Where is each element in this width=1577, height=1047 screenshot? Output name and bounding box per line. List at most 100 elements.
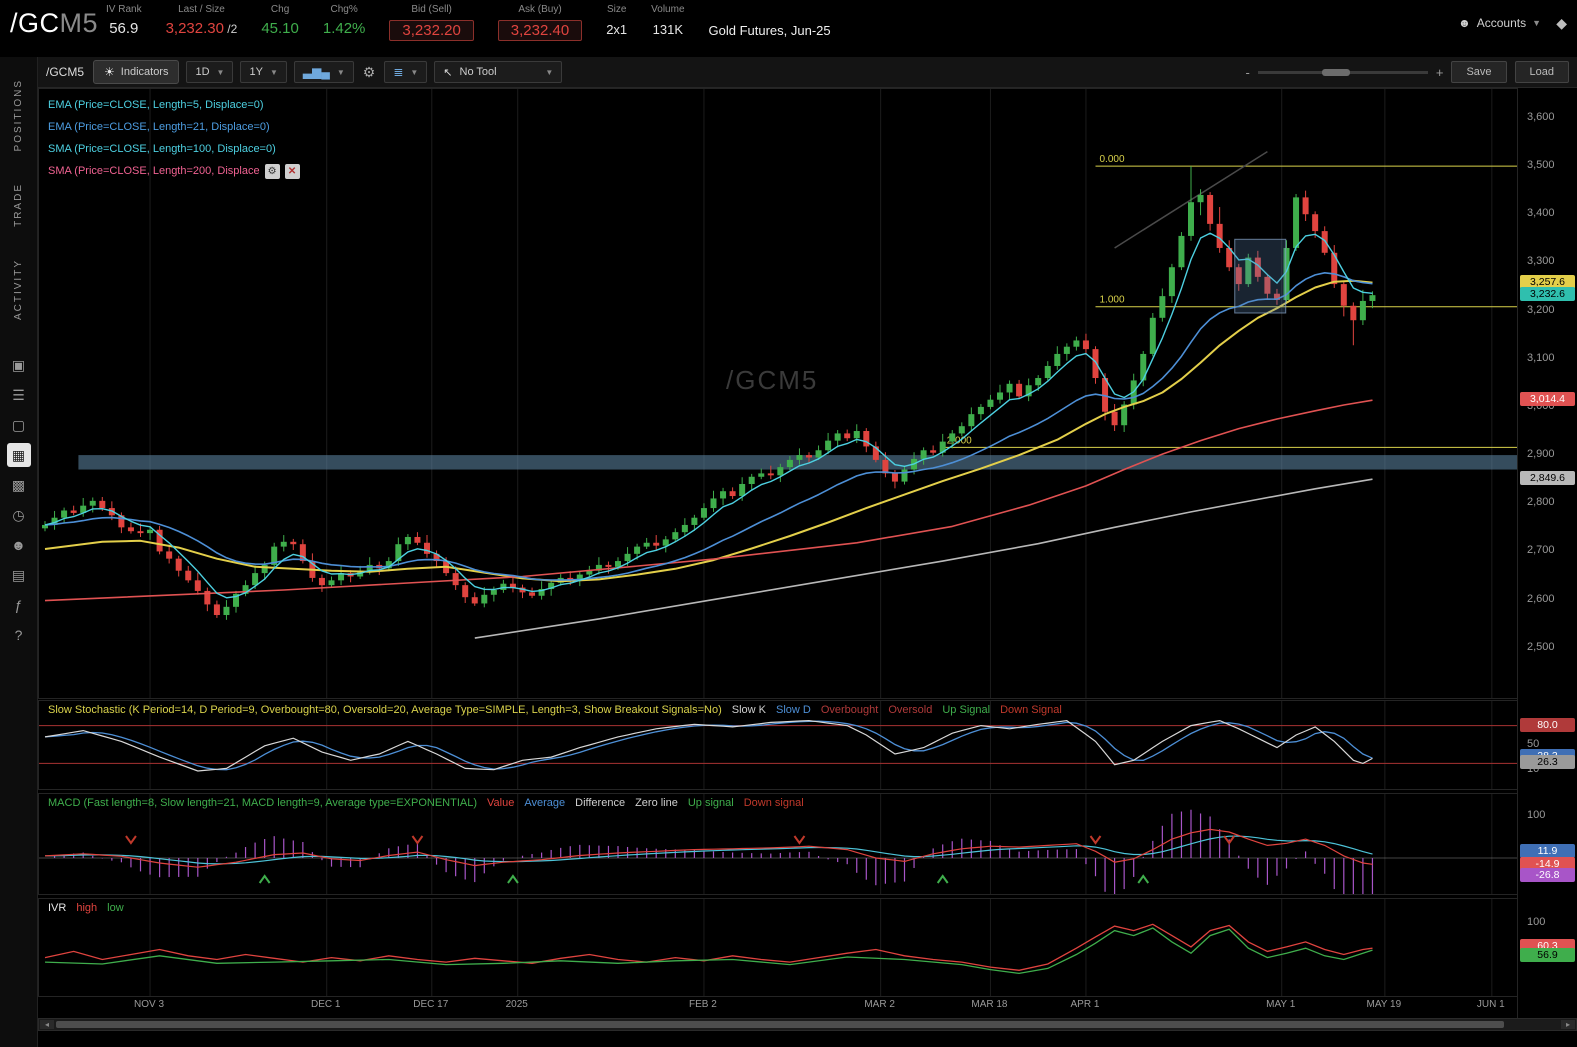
ivr-study-label[interactable]: IVR high low <box>48 902 124 914</box>
candle-body <box>529 592 536 596</box>
fib-label: 1.000 <box>1100 295 1125 306</box>
timeframe-dropdown[interactable]: 1D ▼ <box>186 61 234 83</box>
quote-field-label: Bid (Sell) <box>411 4 452 15</box>
study-legend-item[interactable]: Up Signal <box>942 704 990 716</box>
candle-body <box>901 469 908 482</box>
macd-down-signal-icon <box>1089 835 1102 845</box>
drawing-set-dropdown[interactable]: ≣ ▼ <box>384 61 428 83</box>
axis-tick-label: 2,600 <box>1527 592 1555 605</box>
range-dropdown[interactable]: 1Y ▼ <box>240 61 287 83</box>
candle-body <box>61 510 68 518</box>
zoom-out-button[interactable]: - <box>1246 65 1250 80</box>
chart-type-dropdown[interactable]: ▃▆▄ ▼ <box>293 61 354 83</box>
study-legend-item[interactable]: Overbought <box>821 704 878 716</box>
study-legend-row[interactable]: EMA (Price=CLOSE, Length=21, Displace=0) <box>48 116 300 138</box>
ivr-panel[interactable] <box>38 898 1518 997</box>
chart-settings-gear-icon[interactable]: ⚙ <box>361 64 378 81</box>
macd-study-label[interactable]: MACD (Fast length=8, Slow length=21, MAC… <box>48 797 804 809</box>
price-axis[interactable]: 3,6003,5003,4003,3003,2003,1003,0002,900… <box>1517 88 1577 1031</box>
scroll-right-arrow-icon[interactable]: ▸ <box>1561 1020 1575 1029</box>
study-legend-item[interactable]: low <box>107 902 124 914</box>
help-icon[interactable]: ? <box>7 623 31 647</box>
study-legend-item[interactable]: Difference <box>575 797 625 809</box>
zoom-in-button[interactable]: + <box>1436 65 1444 80</box>
futures-icon[interactable]: ƒ <box>7 593 31 617</box>
study-legend-item[interactable]: high <box>76 902 97 914</box>
study-legend-item[interactable]: Zero line <box>635 797 678 809</box>
axis-tick-label: 100 <box>1527 809 1546 821</box>
study-legend-row[interactable]: SMA (Price=CLOSE, Length=200, Displace ⚙ ✕ <box>48 160 300 182</box>
study-legend-item[interactable]: Slow D <box>776 704 811 716</box>
study-legend-item[interactable]: Oversold <box>888 704 932 716</box>
candle-body <box>624 553 631 562</box>
study-legend-row[interactable]: SMA (Price=CLOSE, Length=100, Displace=0… <box>48 138 300 160</box>
quote-fields: IV Rank 56.9 Last / Size 3,232.30 /2 Chg 45.1… <box>106 4 831 41</box>
chevron-down-icon: ▼ <box>545 67 554 77</box>
education-icon[interactable]: ◆ <box>1556 15 1567 32</box>
study-legend-text: SMA (Price=CLOSE, Length=100, Displace=0… <box>48 143 276 155</box>
scroll-left-arrow-icon[interactable]: ◂ <box>40 1020 54 1029</box>
macd-up-signal-icon <box>936 874 949 884</box>
study-title: IVR <box>48 902 67 914</box>
candle-body <box>720 491 727 499</box>
candle-body <box>127 527 134 532</box>
quote-field-label: IV Rank <box>106 4 142 15</box>
study-legend-item[interactable]: Down signal <box>744 797 804 809</box>
study-gear-icon[interactable]: ⚙ <box>264 163 280 179</box>
study-legend-row[interactable]: EMA (Price=CLOSE, Length=5, Displace=0) <box>48 94 300 116</box>
load-button[interactable]: Load <box>1514 61 1569 83</box>
watchlist-icon[interactable]: ☰ <box>7 383 31 407</box>
ivr-chart[interactable] <box>39 899 1518 996</box>
fib-label: 0.000 <box>1100 154 1125 165</box>
macd-average-line <box>44 835 1373 865</box>
sidebar-tab-trade[interactable]: TRADE <box>13 175 24 235</box>
study-legend-item[interactable]: Slow K <box>732 704 766 716</box>
accounts-label: Accounts <box>1476 16 1527 30</box>
chart-scrollbar[interactable]: ◂ ▸ <box>38 1018 1577 1031</box>
quote-field-value: 56.9 <box>109 20 139 37</box>
candle-body <box>834 433 841 441</box>
study-legend-item[interactable]: Value <box>487 797 514 809</box>
candle-body <box>99 500 106 509</box>
study-legend-item[interactable]: Average <box>524 797 565 809</box>
accounts-dropdown[interactable]: ☻ Accounts ▼ <box>1458 16 1541 30</box>
stoch-study-label[interactable]: Slow Stochastic (K Period=14, D Period=9… <box>48 704 1062 716</box>
candle-body <box>223 606 230 616</box>
chart-icon[interactable]: ▦ <box>6 443 31 468</box>
quote-field: Ask (Buy) 3,232.40 <box>497 4 583 41</box>
axis-tick-label: 2,900 <box>1527 448 1555 461</box>
study-legend-item[interactable]: Up signal <box>688 797 734 809</box>
history-icon[interactable]: ◷ <box>7 503 31 527</box>
candle-body <box>252 573 259 586</box>
scrollbar-thumb[interactable] <box>56 1021 1504 1028</box>
tool-dropdown[interactable]: ↖ No Tool ▼ <box>434 61 563 83</box>
quote-field-value: 3,232.40 <box>497 20 583 41</box>
sma-yellow-line <box>44 279 1373 583</box>
candle-body <box>1149 317 1156 354</box>
calendar-icon[interactable]: ▤ <box>7 563 31 587</box>
sidebar-tab-activity[interactable]: ACTIVITY <box>13 251 24 328</box>
candle-body <box>280 541 287 547</box>
save-button[interactable]: Save <box>1451 61 1507 83</box>
indicators-button[interactable]: ☀ Indicators <box>93 60 180 84</box>
follow-traders-icon[interactable]: ☻ <box>7 533 31 557</box>
zoom-slider-thumb[interactable] <box>1322 68 1351 76</box>
candle-body <box>968 414 975 427</box>
time-axis-label: 2025 <box>505 999 528 1010</box>
quote-field-value: 131K <box>652 22 684 37</box>
candle-body <box>1369 295 1376 301</box>
zoom-slider[interactable] <box>1257 68 1428 76</box>
indicators-icon: ☀ <box>104 65 115 79</box>
candle-body <box>70 510 77 513</box>
monitor-icon[interactable]: ▣ <box>7 353 31 377</box>
grid-icon[interactable]: ▩ <box>7 473 31 497</box>
chart-watermark: /GCM5 <box>726 365 819 395</box>
candle-body <box>1063 346 1070 354</box>
sidebar-tab-positions[interactable]: POSITIONS <box>13 71 24 159</box>
study-legend-item[interactable]: Down Signal <box>1000 704 1062 716</box>
axis-tick-label: 3,200 <box>1527 303 1555 316</box>
study-remove-icon[interactable]: ✕ <box>284 163 300 179</box>
candle-body <box>1302 197 1309 215</box>
orders-icon[interactable]: ▢ <box>7 413 31 437</box>
macd-chart[interactable] <box>39 794 1518 894</box>
